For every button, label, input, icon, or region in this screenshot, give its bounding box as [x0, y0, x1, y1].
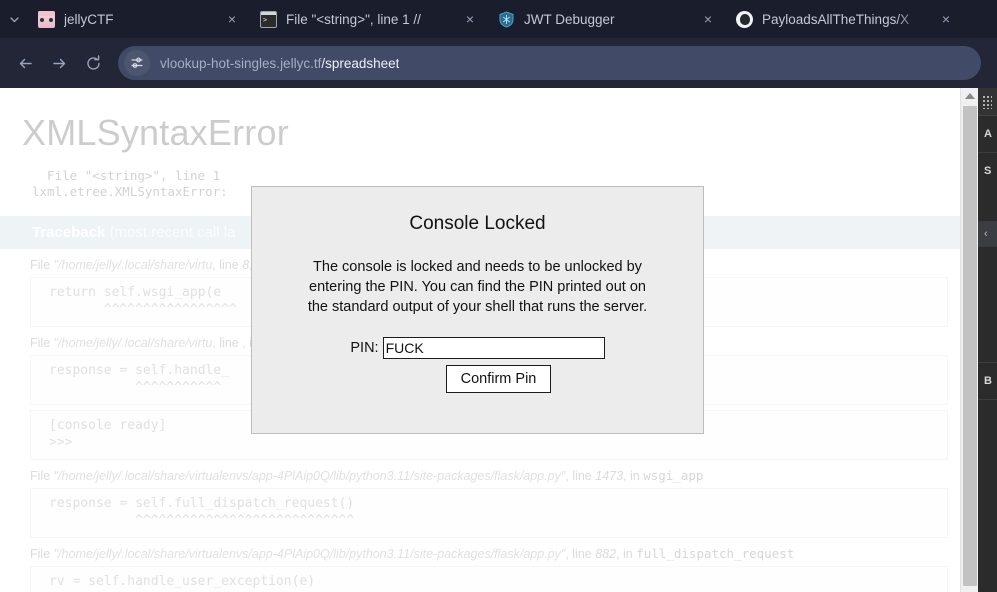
pin-entry-row: PIN: [252, 337, 703, 359]
terminal-favicon [260, 10, 277, 28]
pin-input-wrapper [382, 337, 605, 359]
github-favicon [736, 10, 753, 28]
url-domain: vlookup-hot-singles.jellyc.tf [160, 55, 322, 71]
tab-title: JWT Debugger [524, 11, 615, 27]
site-settings-tune-icon[interactable] [124, 50, 150, 76]
confirm-pin-button[interactable]: Confirm Pin [445, 365, 552, 393]
reload-icon[interactable] [76, 46, 110, 80]
console-locked-dialog: Console Locked The console is locked and… [251, 186, 704, 434]
forward-arrow-icon[interactable] [42, 46, 76, 80]
tab-title: File "<string>", line 1 // [286, 11, 421, 27]
devtools-section-a[interactable]: A [978, 116, 997, 153]
tab-close-icon[interactable]: × [458, 7, 482, 31]
browser-tab-file-string[interactable]: File "<string>", line 1 // × [250, 0, 488, 38]
dialog-button-row: Confirm Pin [252, 359, 703, 393]
dialog-message: The console is locked and needs to be un… [307, 259, 648, 315]
back-arrow-icon[interactable] [8, 46, 42, 80]
browser-tab-jwt-debugger[interactable]: JWT Debugger × [488, 0, 726, 38]
drag-grip-icon[interactable] [982, 94, 992, 109]
tab-close-icon[interactable]: × [696, 7, 720, 31]
jellyctf-favicon [38, 10, 55, 28]
devtools-spacer [978, 247, 997, 363]
dialog-title: Console Locked [409, 213, 546, 234]
jwt-shield-favicon [498, 10, 515, 28]
devtools-toolbar [978, 88, 997, 116]
tab-strip: jellyCTF × File "<string>", line 1 // × … [0, 0, 997, 38]
devtools-section-s[interactable]: S [978, 153, 997, 222]
browser-tab-payloadsallthethings[interactable]: PayloadsAllTheThings/X × [726, 0, 964, 38]
tab-title: PayloadsAllTheThings/X [762, 11, 910, 27]
tab-title: jellyCTF [64, 11, 114, 27]
browser-tab-jellyctf[interactable]: jellyCTF × [28, 0, 250, 38]
tab-list-chevron-down-icon[interactable] [0, 0, 28, 38]
tab-close-icon[interactable]: × [220, 7, 244, 31]
devtools-side-panel[interactable]: A S ‹ B [978, 88, 997, 592]
url-path: /spreadsheet [321, 55, 400, 71]
pin-input[interactable] [382, 337, 605, 359]
pin-label: PIN: [350, 340, 379, 356]
devtools-section-b[interactable]: B [978, 363, 997, 400]
tab-close-icon[interactable]: × [934, 7, 958, 31]
devtools-row-selected[interactable]: ‹ [978, 222, 997, 247]
navigation-bar: vlookup-hot-singles.jellyc.tf/spreadshee… [0, 38, 997, 88]
address-bar-url: vlookup-hot-singles.jellyc.tf/spreadshee… [160, 56, 399, 71]
address-bar[interactable]: vlookup-hot-singles.jellyc.tf/spreadshee… [118, 46, 981, 80]
browser-window: jellyCTF × File "<string>", line 1 // × … [0, 0, 997, 592]
